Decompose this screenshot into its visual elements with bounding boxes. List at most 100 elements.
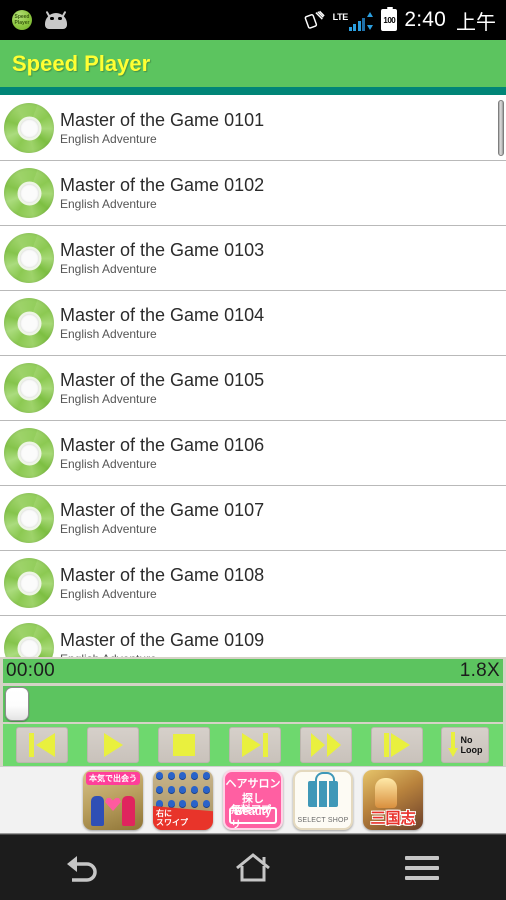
list-item[interactable]: Master of the Game 0108 English Adventure <box>0 551 506 616</box>
back-arrow-icon <box>67 855 97 882</box>
app-root: Speed Player LTE 100 2:40 上午 Speed Playe… <box>0 0 506 900</box>
status-system-area: LTE 100 2:40 上午 <box>304 6 496 35</box>
app-title-bar: Speed Player <box>0 40 506 87</box>
android-nav-bar <box>0 834 506 900</box>
list-item-title: Master of the Game 0103 <box>60 240 265 260</box>
player-panel: 00:00 1.8X No Loop <box>0 657 506 766</box>
list-item[interactable]: Master of the Game 0109English Adventure <box>0 616 506 657</box>
seek-bar[interactable] <box>3 686 503 722</box>
ad-banner: 本気で出会う 右に スワイプ ヘアサロン 探しBeauty 無料アプリ SELE… <box>0 766 506 834</box>
status-notification-area: Speed Player <box>12 10 69 30</box>
loop-mode-button[interactable]: No Loop <box>441 727 490 763</box>
android-robot-icon <box>43 10 69 29</box>
list-item-text: Master of the Game 0109English Adventure <box>60 630 264 657</box>
status-ampm: 上午 <box>456 11 496 34</box>
step-forward-icon <box>383 733 389 757</box>
ad-sangokushi-title: 三国志 <box>370 810 416 827</box>
list-item[interactable]: Master of the Game 0105 English Adventure <box>0 356 506 421</box>
elapsed-time: 00:00 <box>6 660 56 681</box>
list-item[interactable]: Master of the Game 0103 English Adventure <box>0 226 506 291</box>
list-item-subtitle: English Adventure <box>60 132 157 146</box>
loop-label-line1: No <box>460 735 473 745</box>
cd-disc-icon <box>4 428 54 478</box>
player-controls: No Loop <box>3 724 503 766</box>
notif-label-line2: Player <box>14 20 30 26</box>
list-item-title: Master of the Game 0109 <box>60 630 265 650</box>
list-item[interactable]: Master of the Game 0102 English Adventure <box>0 161 506 226</box>
ad-shop-caption: SELECT SHOP <box>297 817 349 824</box>
recent-apps-icon <box>404 855 439 880</box>
home-button[interactable] <box>203 844 303 892</box>
data-transfer-icon <box>367 12 374 30</box>
list-item[interactable]: Master of the Game 0106 English Adventure <box>0 421 506 486</box>
step-forward-button[interactable] <box>370 727 423 763</box>
ad-salon-line1: ヘアサロン <box>225 778 281 790</box>
ad-dating[interactable]: 本気で出会う <box>83 770 143 830</box>
fast-forward-button[interactable] <box>299 727 352 763</box>
ad-select-shop[interactable]: SELECT SHOP <box>293 770 353 830</box>
recent-apps-button[interactable] <box>372 844 472 892</box>
list-item-title: Master of the Game 0107 <box>60 500 265 520</box>
list-item[interactable]: Master of the Game 0104 English Adventure <box>0 291 506 356</box>
list-item-subtitle: English Adventure <box>60 522 157 536</box>
stop-button[interactable] <box>158 727 211 763</box>
list-item-title: Master of the Game 0105 <box>60 370 265 390</box>
cd-disc-icon <box>4 168 54 218</box>
status-bar: Speed Player LTE 100 2:40 上午 <box>0 0 506 40</box>
cd-disc-icon <box>4 558 54 608</box>
list-item-subtitle: English Adventure <box>60 327 157 341</box>
next-button[interactable] <box>228 727 281 763</box>
stop-icon <box>173 734 196 756</box>
list-item-text: Master of the Game 0102 English Adventure <box>60 175 264 211</box>
list-item-subtitle: English Adventure <box>60 457 157 471</box>
list-item-title: Master of the Game 0102 <box>60 175 265 195</box>
list-item-text: Master of the Game 0105 English Adventure <box>60 370 264 406</box>
ad-dating-tag: 本気で出会う <box>86 772 140 785</box>
fast-forward-icon <box>310 733 325 757</box>
seek-track[interactable] <box>3 686 503 722</box>
shopping-bag-icon <box>308 772 338 807</box>
ad-salon-line3: 無料アプリ <box>229 805 277 828</box>
page-title: Speed Player <box>12 50 151 76</box>
previous-button[interactable] <box>16 727 69 763</box>
playback-speed[interactable]: 1.8X <box>460 660 500 682</box>
down-arrow-icon <box>448 732 459 758</box>
list-item-title: Master of the Game 0108 <box>60 565 265 585</box>
list-item-subtitle: English Adventure <box>60 392 157 406</box>
player-status-row: 00:00 1.8X <box>3 659 503 683</box>
skip-next-icon <box>241 733 261 757</box>
list-scrollbar[interactable] <box>498 100 504 156</box>
play-button[interactable] <box>87 727 140 763</box>
speed-player-notification-icon: Speed Player <box>12 10 32 30</box>
list-item-title: Master of the Game 0106 <box>60 435 265 455</box>
battery-level: 100 <box>383 15 396 25</box>
list-item-title: Master of the Game 0101 <box>60 110 265 130</box>
list-item-text: Master of the Game 0101 English Adventure <box>60 110 264 146</box>
title-underline-rule <box>0 87 506 95</box>
ad-hair-salon[interactable]: ヘアサロン 探しBeauty 無料アプリ <box>223 770 283 830</box>
back-button[interactable] <box>34 844 134 892</box>
list-item-text: Master of the Game 0108 English Adventure <box>60 565 264 601</box>
lte-label: LTE <box>332 12 349 22</box>
track-list[interactable]: Master of the Game 0101 English Adventure… <box>0 95 506 657</box>
list-item[interactable]: Master of the Game 0107 English Adventure <box>0 486 506 551</box>
cd-disc-icon <box>4 493 54 543</box>
battery-icon: 100 <box>381 7 398 31</box>
home-icon <box>236 852 270 881</box>
list-item-subtitle: English Adventure <box>60 587 157 601</box>
list-item[interactable]: Master of the Game 0101 English Adventure <box>0 96 506 161</box>
seek-thumb[interactable] <box>5 687 29 721</box>
cd-disc-icon <box>4 363 54 413</box>
list-item-text: Master of the Game 0106 English Adventure <box>60 435 264 471</box>
cd-disc-icon <box>4 103 54 153</box>
ad-swipe-game[interactable]: 右に スワイプ <box>153 770 213 830</box>
play-icon <box>103 733 123 757</box>
status-clock: 2:40 <box>404 8 446 31</box>
ad-swipe-line2: スワイプ <box>156 818 188 827</box>
list-item-subtitle: English Adventure <box>60 262 157 276</box>
list-item-subtitle: English Adventure <box>60 197 157 211</box>
loop-label-line2: Loop <box>460 745 483 755</box>
ad-sangokushi[interactable]: 三国志 <box>363 770 423 830</box>
list-item-text: Master of the Game 0103 English Adventure <box>60 240 264 276</box>
cd-disc-icon <box>4 298 54 348</box>
